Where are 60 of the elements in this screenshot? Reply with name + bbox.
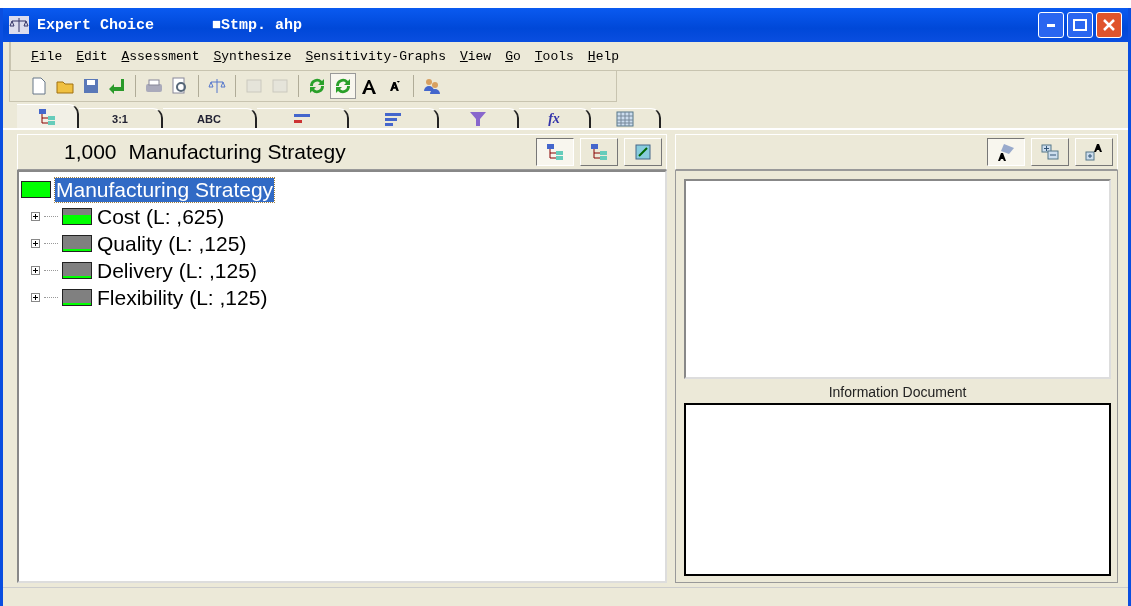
goal-name: Manufacturing Strategy bbox=[128, 140, 346, 164]
minimize-icon bbox=[1047, 23, 1055, 27]
tree-node[interactable]: Quality (L: ,125) bbox=[96, 231, 248, 256]
tree-node[interactable]: Manufacturing Strategy bbox=[55, 177, 275, 202]
information-document-area[interactable] bbox=[684, 403, 1111, 576]
tree-node[interactable]: Flexibility (L: ,125) bbox=[96, 285, 269, 310]
expand-icon[interactable] bbox=[31, 266, 40, 275]
menu-item[interactable]: File bbox=[31, 48, 63, 64]
sheet-icon bbox=[270, 76, 290, 96]
tab[interactable] bbox=[17, 104, 79, 128]
minimize-button[interactable] bbox=[1038, 12, 1064, 38]
menu-item[interactable]: Tools bbox=[534, 48, 574, 64]
note-text-icon bbox=[996, 142, 1016, 162]
expand-collapse-icon bbox=[1040, 142, 1060, 162]
tab[interactable]: 3:1 bbox=[79, 108, 163, 128]
menu-item[interactable]: View bbox=[459, 48, 492, 64]
expand-icon[interactable] bbox=[31, 212, 40, 221]
menu-item[interactable]: Go bbox=[505, 48, 521, 64]
panel-button[interactable] bbox=[987, 138, 1025, 166]
grid-icon bbox=[615, 108, 635, 129]
edit-node-icon bbox=[633, 142, 653, 162]
menu-item[interactable]: Assessment bbox=[121, 48, 200, 64]
tree-node[interactable]: Delivery (L: ,125) bbox=[96, 258, 258, 283]
priority-swatch bbox=[62, 289, 92, 306]
priority-swatch bbox=[62, 208, 92, 225]
hierarchy-icon bbox=[545, 142, 565, 162]
add-text-icon bbox=[1084, 142, 1104, 162]
priority-swatch bbox=[21, 181, 51, 198]
sheet-icon bbox=[244, 76, 264, 96]
hierarchy-icon bbox=[37, 106, 57, 127]
maximize-icon bbox=[1073, 19, 1087, 31]
scales-icon bbox=[207, 76, 227, 96]
priority-swatch bbox=[62, 262, 92, 279]
close-button[interactable] bbox=[1096, 12, 1122, 38]
tab[interactable] bbox=[591, 108, 661, 128]
priority-swatch bbox=[62, 235, 92, 252]
menu-item[interactable]: Edit bbox=[76, 48, 108, 64]
file-name: ■Stmp. ahp bbox=[212, 16, 303, 34]
refresh-icon bbox=[333, 76, 353, 96]
tab[interactable]: ABC bbox=[163, 108, 257, 128]
tab[interactable]: fx bbox=[519, 108, 591, 128]
refresh-icon bbox=[307, 76, 327, 96]
return-arrow-icon bbox=[107, 76, 127, 96]
scales-icon bbox=[9, 16, 29, 34]
info-label: Information Document bbox=[827, 383, 968, 402]
view-button[interactable] bbox=[536, 138, 574, 166]
menu-item[interactable]: Sensitivity-Graphs bbox=[305, 48, 446, 64]
tree-node[interactable]: Cost (L: ,625) bbox=[96, 204, 226, 229]
font-smaller-icon bbox=[390, 81, 400, 91]
goal-priority: 1,000 bbox=[64, 140, 117, 164]
maximize-button[interactable] bbox=[1067, 12, 1093, 38]
menu-item[interactable]: Help bbox=[587, 48, 620, 64]
new-document-icon bbox=[29, 76, 49, 96]
menu-item[interactable]: Synthesize bbox=[213, 48, 292, 64]
window-title: Expert Choice bbox=[37, 16, 155, 34]
expand-icon[interactable] bbox=[31, 239, 40, 248]
people-icon bbox=[422, 76, 442, 96]
hierarchy-icon bbox=[589, 142, 609, 162]
close-icon bbox=[1103, 19, 1115, 31]
expand-icon[interactable] bbox=[31, 293, 40, 302]
